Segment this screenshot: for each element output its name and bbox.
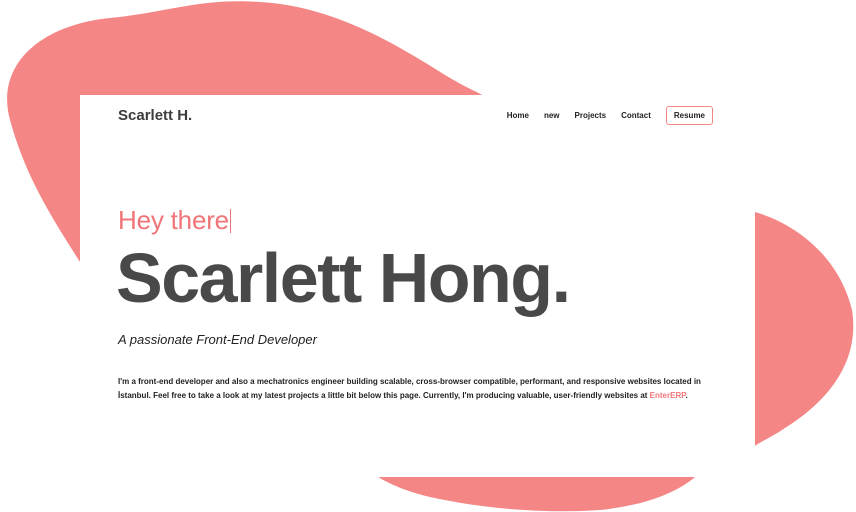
tagline: A passionate Front-End Developer: [118, 332, 317, 347]
bio-end: .: [685, 391, 688, 400]
bio-text: I'm a front-end developer and also a mec…: [118, 377, 701, 400]
nav-contact-link[interactable]: Contact: [621, 111, 651, 120]
top-nav: Home new Projects Contact Resume: [492, 106, 713, 125]
bio-paragraph: I'm a front-end developer and also a mec…: [118, 375, 718, 403]
greeting-heading: Hey there: [118, 205, 231, 236]
greeting-text: Hey there: [118, 205, 229, 235]
nav-projects-link[interactable]: Projects: [575, 111, 607, 120]
resume-button[interactable]: Resume: [665, 106, 713, 125]
brand-logo[interactable]: Scarlett H.: [118, 107, 192, 124]
hero-name: Scarlett Hong.: [116, 239, 571, 317]
main-card: Scarlett H. Home new Projects Contact Re…: [80, 95, 755, 477]
nav-new-link[interactable]: new: [544, 111, 560, 120]
nav-home-link[interactable]: Home: [507, 111, 529, 120]
entererp-link[interactable]: EnterERP: [650, 391, 686, 400]
typing-caret: [229, 209, 231, 233]
